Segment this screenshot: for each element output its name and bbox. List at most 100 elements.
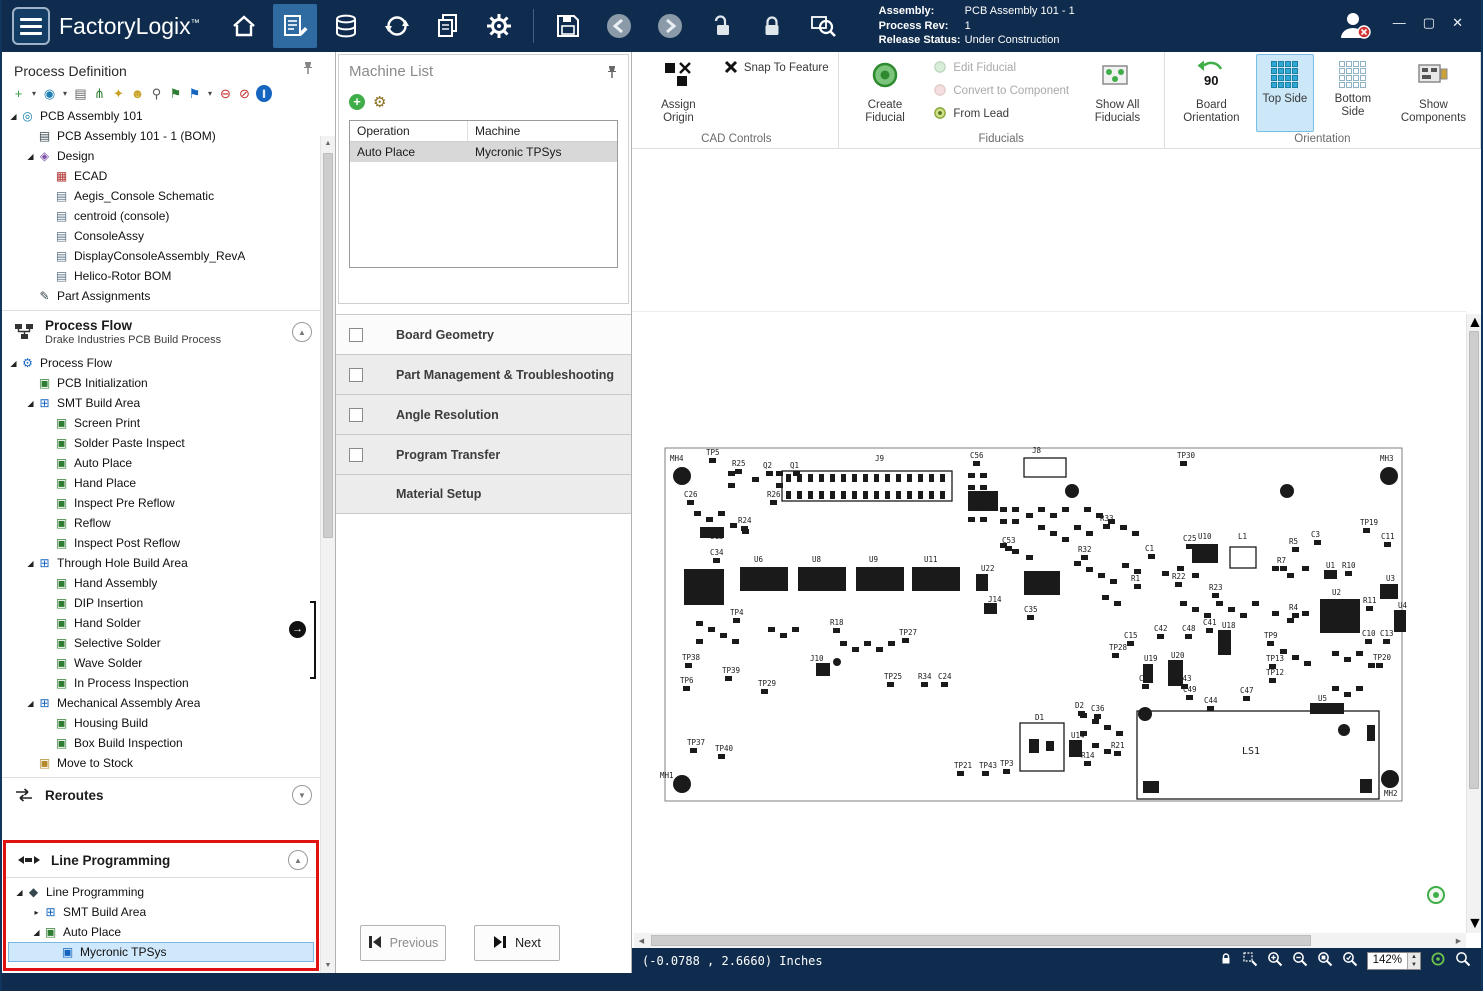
scroll-up-arrow[interactable]: ▲ [321,136,335,151]
expander-icon[interactable]: ▸ [30,908,43,917]
tree-item-process-flow[interactable]: ◢⚙Process Flow [2,353,320,373]
tree-item-selective-solder[interactable]: ▣Selective Solder [2,633,320,653]
section-checkbox[interactable] [349,408,363,422]
scroll-thumb[interactable] [323,153,333,538]
zoom-step-down[interactable]: ▼ [1408,961,1420,969]
machine-row-mycronic-tpsys[interactable]: Auto PlaceMycronic TPSys [350,142,617,162]
section-material-setup[interactable]: Material Setup [336,474,631,514]
tree-item-in-process-inspection[interactable]: ▣In Process Inspection [2,673,320,693]
collapse-up-button-2[interactable]: ▲ [288,850,308,870]
tree-item-design[interactable]: ◢◈Design [2,146,320,166]
user-account-button[interactable] [1337,9,1371,48]
dropdown-icon[interactable]: ▾ [206,85,214,102]
back-button[interactable] [597,4,641,48]
zoom-extents-icon[interactable] [1317,951,1333,970]
key-icon[interactable]: ✦ [111,85,126,102]
machine-settings-button[interactable]: ⚙ [373,93,386,111]
minimize-button[interactable]: — [1393,15,1406,31]
remove-icon[interactable]: ⊖ [218,85,233,102]
show-all-fiducials-button[interactable]: Show All Fiducials [1076,54,1159,132]
tree-item-mechanical-assembly-area[interactable]: ◢⊞Mechanical Assembly Area [2,693,320,713]
dropdown-icon[interactable]: ▾ [61,85,69,102]
tree-item-consoleassy[interactable]: ▤ConsoleAssy [2,226,320,246]
tree-item-auto-place[interactable]: ▣Auto Place [2,453,320,473]
tree-item-hand-assembly[interactable]: ▣Hand Assembly [2,573,320,593]
column-header-operation[interactable]: Operation [350,121,468,141]
assign-user-icon[interactable]: ☻ [130,85,145,102]
tree-item-hand-solder[interactable]: ▣Hand Solder [2,613,320,633]
forward-button[interactable] [648,4,692,48]
tree-item-through-hole-build-area[interactable]: ◢⊞Through Hole Build Area [2,553,320,573]
section-program-transfer[interactable]: Program Transfer [336,434,631,474]
top-side-button[interactable]: Top Side [1256,54,1314,132]
expander-icon[interactable]: ◢ [24,152,37,161]
add-machine-button[interactable]: + [349,94,365,110]
tree-item-helico-rotor-bom[interactable]: ▤Helico-Rotor BOM [2,266,320,286]
tree-item-pcb-initialization[interactable]: ▣PCB Initialization [2,373,320,393]
tree-item-auto-place[interactable]: ◢▣Auto Place [8,922,314,942]
branch-icon[interactable]: ⋔ [92,85,107,102]
convert-to-component-button[interactable]: Convert to Component [929,81,1073,101]
zoom-step-up[interactable]: ▲ [1408,953,1420,961]
snap-to-feature-button[interactable]: Snap To Feature [720,58,833,78]
publish-icon[interactable]: ◉ [42,85,57,102]
canvas-scroll-thumb[interactable] [1469,331,1479,789]
pan-icon[interactable] [1430,951,1446,970]
block-icon[interactable]: ⊘ [237,85,252,102]
edit-fiducial-button[interactable]: Edit Fiducial [929,58,1073,78]
tree-item-inspect-post-reflow[interactable]: ▣Inspect Post Reflow [2,533,320,553]
show-components-button[interactable]: Show Components [1392,54,1475,132]
canvas-scroll-down[interactable]: ▼ [1467,915,1481,933]
search-icon[interactable]: ⚲ [149,85,164,102]
tree-item-wave-solder[interactable]: ▣Wave Solder [2,653,320,673]
tree-item-inspect-pre-reflow[interactable]: ▣Inspect Pre Reflow [2,493,320,513]
canvas-scroll-up[interactable]: ▲ [1467,314,1481,332]
scroll-down-arrow[interactable]: ▼ [321,958,335,973]
previous-button[interactable]: Previous [360,925,446,961]
assign-origin-button[interactable]: Assign Origin [640,54,717,132]
tree-item-ecad[interactable]: ▦ECAD [2,166,320,186]
expander-icon[interactable]: ◢ [7,112,20,121]
dropdown-icon[interactable]: ▾ [30,85,38,102]
lock-button[interactable] [750,4,794,48]
process-flow-header[interactable]: Process Flow Drake Industries PCB Build … [2,310,320,353]
save-button[interactable] [546,4,590,48]
canvas-horizontal-scrollbar[interactable]: ◀ ▶ [634,933,1466,948]
print-icon[interactable]: ▤ [73,85,88,102]
section-angle-resolution[interactable]: Angle Resolution [336,394,631,434]
hold-icon[interactable]: ∥ [256,85,272,102]
process-definition-tab-button[interactable] [273,4,317,48]
locate-button[interactable] [1427,886,1445,904]
tree-item-box-build-inspection[interactable]: ▣Box Build Inspection [2,733,320,753]
sync-button[interactable] [375,4,419,48]
refresh-view-icon[interactable] [1455,951,1471,970]
expander-icon[interactable]: ◢ [24,559,37,568]
from-lead-button[interactable]: From Lead [929,104,1073,124]
tree-item-dip-insertion[interactable]: ▣DIP Insertion [2,593,320,613]
tree-item-pcb-assembly-101-1-bom[interactable]: ▤PCB Assembly 101 - 1 (BOM) [2,126,320,146]
column-header-machine[interactable]: Machine [468,121,617,141]
canvas-vertical-scrollbar[interactable]: ▲ ▼ [1466,314,1481,933]
tree-item-smt-build-area[interactable]: ▸⊞SMT Build Area [8,902,314,922]
zoom-out-icon[interactable] [1292,951,1308,970]
tree-item-centroid-console[interactable]: ▤centroid (console) [2,206,320,226]
materials-button[interactable] [324,4,368,48]
zoom-window-icon[interactable] [1242,951,1258,970]
zoom-level-control[interactable]: 142% ▲ ▼ [1367,952,1421,970]
tree-item-housing-build[interactable]: ▣Housing Build [2,713,320,733]
zoom-selection-icon[interactable] [1342,951,1358,970]
expander-icon[interactable]: ◢ [30,928,43,937]
pin-icon[interactable] [302,61,314,80]
flag-blue-icon[interactable]: ⚑ [187,85,202,102]
tree-item-aegis-console-schematic[interactable]: ▤Aegis_Console Schematic [2,186,320,206]
expander-icon[interactable]: ◢ [24,699,37,708]
section-checkbox[interactable] [349,328,363,342]
tree-item-hand-place[interactable]: ▣Hand Place [2,473,320,493]
expand-down-button[interactable]: ▼ [292,785,312,805]
cad-canvas[interactable]: MH4TP5Q2Q1R25J9C56J8TP30MH3C26R26R24U23R… [632,149,1481,948]
section-checkbox[interactable] [349,368,363,382]
reroute-arrow-icon[interactable]: → [289,621,306,638]
maximize-button[interactable]: ▢ [1423,15,1435,31]
zoom-in-icon[interactable] [1267,951,1283,970]
bottom-side-button[interactable]: Bottom Side [1317,54,1389,132]
